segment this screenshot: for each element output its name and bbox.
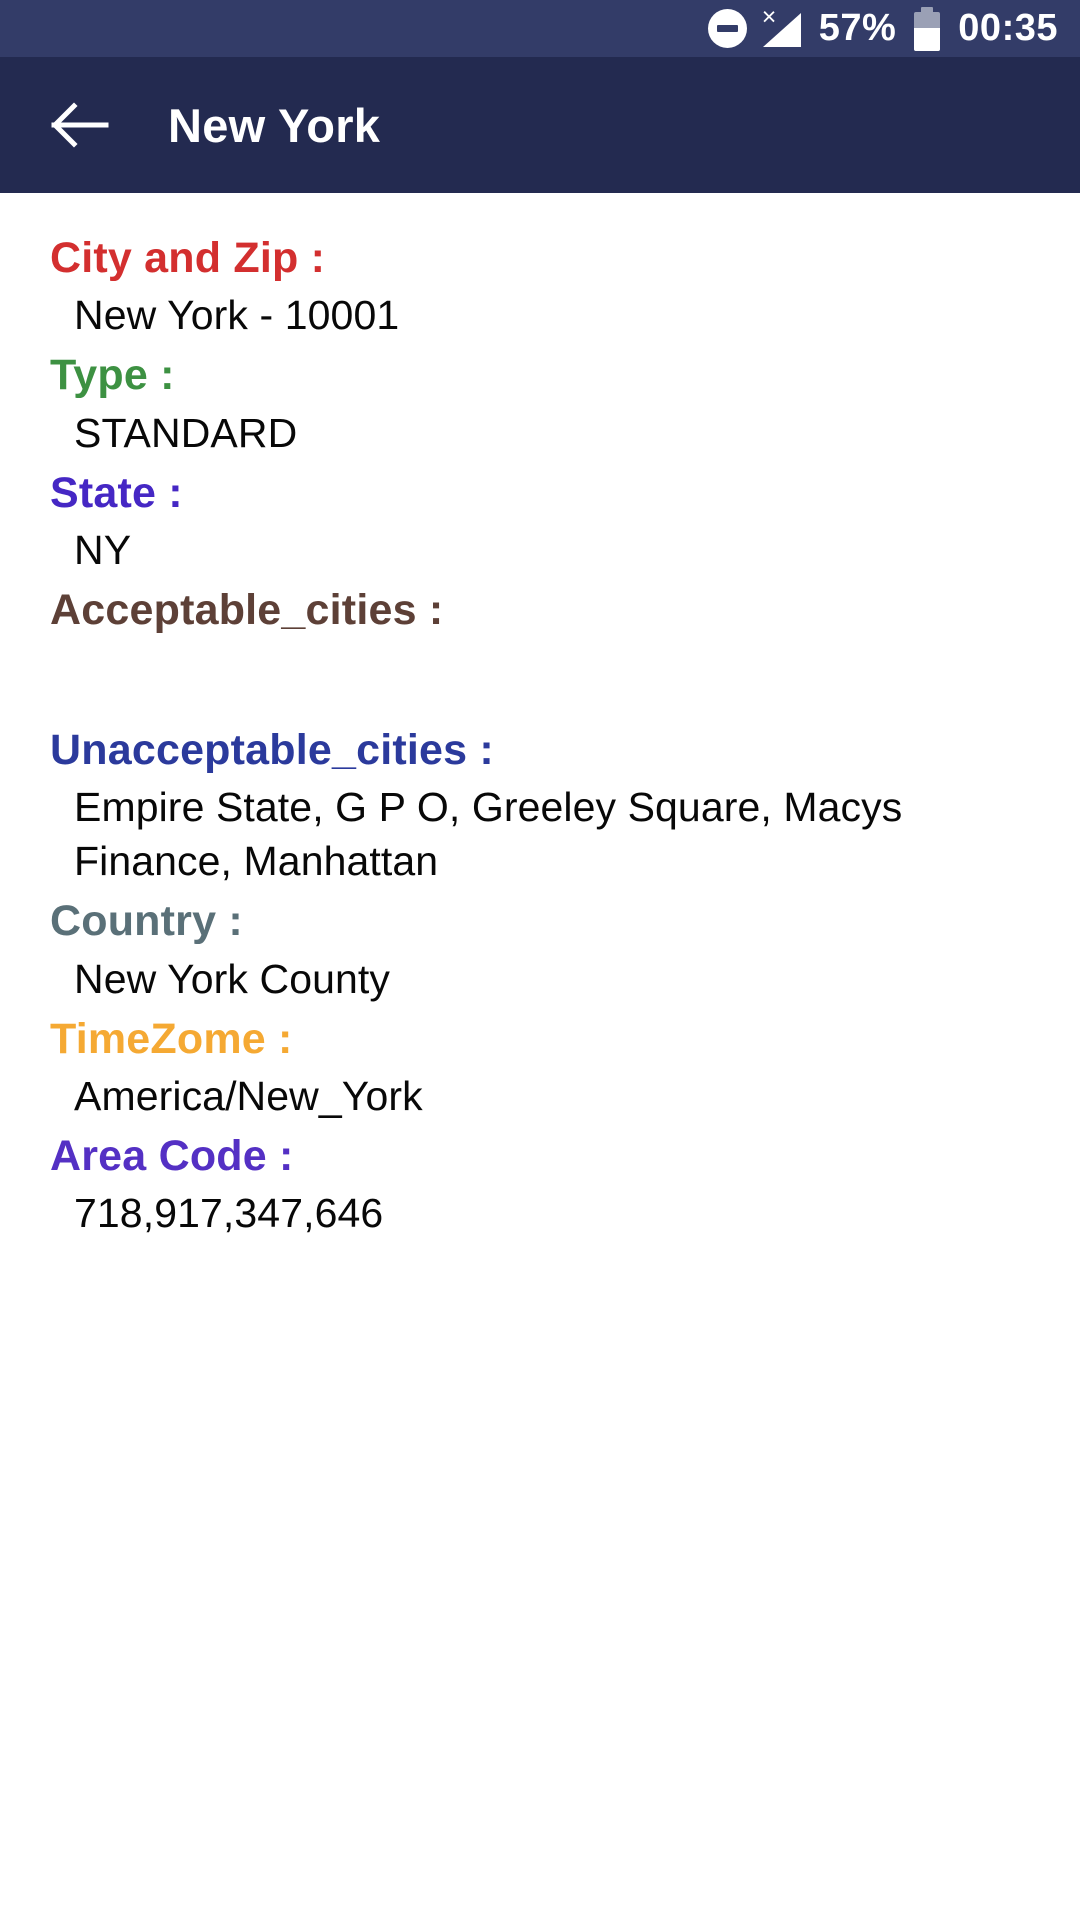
field-value-acceptable-cities bbox=[50, 641, 1030, 717]
field-state: State : NY bbox=[50, 464, 1030, 577]
field-value-city-and-zip: New York - 10001 bbox=[74, 292, 400, 339]
field-label-timezone: TimeZome : bbox=[50, 1014, 293, 1063]
field-label-country: Country : bbox=[50, 897, 243, 946]
do-not-disturb-icon bbox=[707, 9, 747, 48]
field-label-city-and-zip: City and Zip : bbox=[50, 234, 326, 282]
status-bar-clock: 00:35 bbox=[958, 7, 1058, 49]
field-value-area-code: 718,917,347,646 bbox=[74, 1190, 384, 1237]
field-acceptable-cities: Acceptable_cities : bbox=[50, 581, 1030, 716]
field-label-unacceptable-cities: Unacceptable_cities : bbox=[50, 725, 494, 774]
status-bar-right-group: × 57% 00:35 bbox=[707, 2, 1058, 51]
field-area-code: Area Code : 718,917,347,646 bbox=[50, 1127, 1030, 1240]
battery-icon bbox=[914, 6, 941, 51]
back-button[interactable] bbox=[42, 87, 118, 163]
field-value-type: STANDARD bbox=[74, 409, 298, 456]
page-title: New York bbox=[168, 98, 381, 152]
field-type: Type : STANDARD bbox=[50, 346, 1030, 459]
field-value-unacceptable-cities: Empire State, G P O, Greeley Square, Mac… bbox=[74, 783, 903, 885]
field-label-area-code: Area Code : bbox=[50, 1132, 294, 1181]
field-value-country: New York County bbox=[74, 955, 391, 1002]
field-timezone: TimeZome : America/New_York bbox=[50, 1010, 1030, 1123]
battery-body bbox=[914, 11, 941, 51]
no-signal-icon: × bbox=[761, 2, 805, 49]
field-value-timezone: America/New_York bbox=[74, 1072, 423, 1119]
field-city-and-zip: City and Zip : New York - 10001 bbox=[50, 229, 1030, 342]
field-label-type: Type : bbox=[50, 351, 175, 400]
app-bar: New York bbox=[0, 57, 1080, 193]
do-not-disturb-icon-bar bbox=[716, 25, 738, 32]
field-label-acceptable-cities: Acceptable_cities : bbox=[50, 586, 444, 635]
field-country: Country : New York County bbox=[50, 892, 1030, 1005]
field-unacceptable-cities: Unacceptable_cities : Empire State, G P … bbox=[50, 721, 1030, 889]
details-list: City and Zip : New York - 10001 Type : S… bbox=[0, 193, 1080, 1241]
battery-percent-label: 57% bbox=[818, 7, 897, 49]
field-label-state: State : bbox=[50, 468, 183, 517]
battery-cap bbox=[921, 6, 934, 12]
field-value-state: NY bbox=[74, 527, 132, 574]
arrow-left-icon bbox=[51, 102, 109, 148]
battery-fill bbox=[914, 28, 941, 51]
status-bar: × 57% 00:35 bbox=[0, 0, 1080, 57]
signal-x-mark: × bbox=[761, 2, 777, 31]
